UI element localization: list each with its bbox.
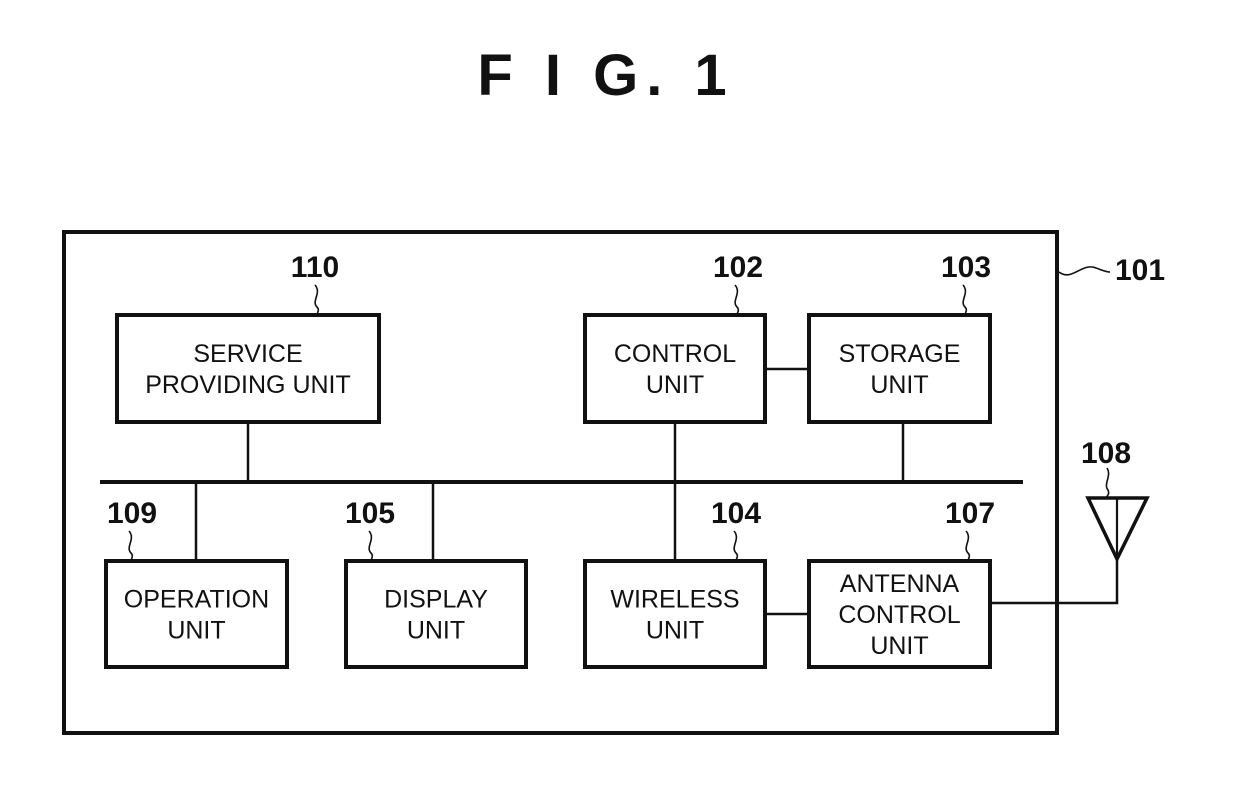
- leader-line-antenna-control: [965, 530, 971, 562]
- ref-label-service: 110: [291, 251, 339, 284]
- unit-label-antenna-control-line-2: CONTROL: [838, 601, 960, 629]
- device-ref-label: 101: [1115, 254, 1165, 287]
- unit-label-service-line-1: SERVICE: [193, 340, 302, 368]
- unit-label-control-line-1: CONTROL: [614, 340, 736, 368]
- unit-label-storage-line-1: STORAGE: [839, 340, 961, 368]
- unit-storage: 103 STORAGE UNIT: [807, 251, 992, 424]
- unit-label-service-line-2: PROVIDING UNIT: [145, 371, 351, 399]
- unit-box-service: [115, 313, 381, 424]
- block-diagram: F I G. 1 101 110 SERVICE PROVIDING UNIT 102…: [62, 43, 1165, 735]
- unit-label-operation-line-1: OPERATION: [124, 586, 269, 614]
- figure-title: F I G. 1: [477, 43, 734, 108]
- unit-label-antenna-control-line-3: UNIT: [870, 632, 928, 660]
- unit-antenna-control: 107 ANTENNA CONTROL UNIT: [807, 497, 995, 669]
- wire-antenna-control-antenna: [990, 558, 1119, 605]
- unit-label-wireless-line-2: UNIT: [646, 617, 704, 645]
- ref-label-antenna-control: 107: [945, 497, 995, 530]
- unit-box-operation: [104, 559, 289, 669]
- antenna: 108: [1081, 437, 1150, 564]
- unit-label-operation-line-2: UNIT: [167, 617, 225, 645]
- ref-label-control: 102: [713, 251, 763, 284]
- unit-label-storage-line-2: UNIT: [870, 371, 928, 399]
- device-leader-line: [1058, 266, 1111, 276]
- unit-display: 105 DISPLAY UNIT: [344, 497, 528, 669]
- antenna-ref-label: 108: [1081, 437, 1131, 470]
- unit-box-control: [583, 313, 767, 424]
- unit-box-storage: [807, 313, 992, 424]
- unit-service: 110 SERVICE PROVIDING UNIT: [115, 251, 381, 424]
- ref-label-wireless: 104: [711, 497, 761, 530]
- unit-label-display-line-1: DISPLAY: [384, 586, 488, 614]
- leader-line-operation: [128, 530, 134, 562]
- leader-line-display: [368, 530, 374, 562]
- unit-box-wireless: [583, 559, 767, 669]
- antenna-leader-line: [1105, 467, 1110, 499]
- leader-line-storage: [962, 284, 968, 316]
- unit-label-antenna-control-line-1: ANTENNA: [840, 570, 960, 598]
- leader-line-service: [314, 284, 320, 316]
- unit-label-control-line-2: UNIT: [646, 371, 704, 399]
- units-layer: 110SERVICEPROVIDING UNIT102CONTROLUNIT10…: [104, 251, 995, 669]
- ref-label-display: 105: [345, 497, 395, 530]
- ref-label-operation: 109: [107, 497, 157, 530]
- leader-line-control: [734, 284, 740, 316]
- unit-label-display-line-2: UNIT: [407, 617, 465, 645]
- unit-box-display: [344, 559, 528, 669]
- unit-control: 102 CONTROL UNIT: [583, 251, 767, 424]
- ref-label-storage: 103: [941, 251, 991, 284]
- leader-line-wireless: [733, 530, 739, 562]
- unit-label-wireless-line-1: WIRELESS: [610, 586, 739, 614]
